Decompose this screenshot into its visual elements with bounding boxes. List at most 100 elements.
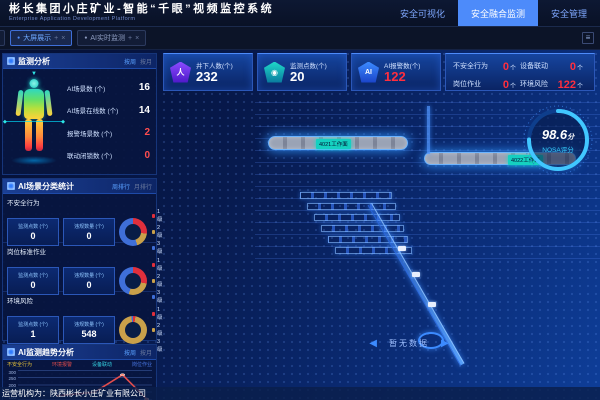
stat-value: 232	[196, 70, 233, 84]
tab-home[interactable]: 首页 +	[0, 30, 5, 46]
dashboard-main: 4021工作面 4022工作面 ◀ 暂无数据 ▶ 人 井下人数(个) 232	[0, 50, 600, 400]
donut-chart-standard-operation	[119, 267, 147, 295]
trend-legend: 不安全行为 环境报警 设备联动 岗位作业	[3, 360, 156, 369]
donut-chart-environment-risk	[119, 316, 147, 344]
quad-cell-environment-risk: 环境风险 122个	[520, 75, 587, 93]
map-carousel: ◀ 暂无数据 ▶	[346, 338, 472, 349]
map-tunnel-segment	[307, 203, 396, 210]
carousel-prev-icon[interactable]: ◀	[369, 338, 377, 349]
legend-item[interactable]: 岗位作业	[132, 361, 152, 368]
panel-icon	[7, 182, 15, 190]
stat-card-monitoring-points: ◉ 监测点数(个) 20	[257, 53, 347, 91]
stat-row-alarm-scenes: 报警场景数 (个) 2	[67, 127, 150, 138]
legend-dot	[152, 246, 155, 250]
quad-cell-device-linkage: 设备联动 0个	[520, 57, 587, 75]
nosa-score-gauge: 98.6分 NOSA评分	[520, 102, 596, 178]
tab-big-screen[interactable]: ● 大屏展示 + ×	[10, 30, 72, 46]
legend-dot	[152, 279, 155, 283]
legend-item[interactable]: 不安全行为	[7, 361, 32, 368]
app-header: 彬长集团小庄矿业-智能“千眼”视频监控系统 Enterprise Applica…	[0, 0, 600, 27]
donut-chart-unsafe-behavior	[119, 218, 147, 246]
stat-card-ai-alarms: AI AI报警数(个) 122	[351, 53, 441, 91]
page-title: 彬长集团小庄矿业-智能“千眼”视频监控系统	[9, 4, 274, 15]
legend-item[interactable]: 设备联动	[92, 361, 112, 368]
stat-box-violations: 违规数量 (个) 0	[63, 267, 115, 295]
stat-box-monitor-points: 监测点数 (个) 0	[7, 267, 59, 295]
panel2-tab-month-rank[interactable]: 月排行	[134, 182, 152, 191]
legend-item[interactable]: 环境报警	[52, 361, 72, 368]
panel-icon	[7, 348, 15, 356]
top-stats-row: 人 井下人数(个) 232 ◉ 监测点数(个) 20 AI AI报警数(个) 1…	[163, 53, 595, 93]
nav-item-safety-management[interactable]: 安全管理	[538, 0, 600, 26]
panel-monitoring-analysis: 监测分析 按周 按月 ▼	[2, 53, 157, 175]
panel3-tab-week[interactable]: 按周	[124, 348, 136, 357]
stat-box-violations: 违规数量 (个) 548	[63, 316, 115, 344]
quad-cell-post-operation: 岗位作业 0个	[453, 75, 520, 93]
gauge-value: 98.6分	[542, 127, 574, 142]
carousel-next-icon[interactable]: ▶	[441, 338, 449, 349]
page-subtitle: Enterprise Application Development Platf…	[9, 17, 274, 23]
add-tab-icon[interactable]: +	[128, 35, 132, 42]
legend-dot	[152, 312, 155, 316]
legend-dot	[152, 295, 155, 299]
miner-icon: 人	[170, 62, 191, 83]
legend-dot	[152, 328, 155, 332]
panel-title: AI监测趋势分析	[18, 347, 74, 358]
tab-menu-icon[interactable]: ≡	[582, 32, 594, 44]
section-environment-risk: 环境风险 监测点数 (个) 1 违规数量 (个) 548 1级 2级 3级	[3, 292, 156, 341]
add-tab-icon[interactable]: +	[54, 35, 58, 42]
stat-row-ai-scenes-online: AI场景在线数 (个) 14	[67, 105, 150, 116]
thermal-human-figure: ▼ ◆ ◆	[3, 69, 65, 174]
stat-value: 20	[290, 70, 327, 84]
map-marker	[412, 272, 420, 277]
stat-box-monitor-points: 监测点数 (个) 0	[7, 218, 59, 246]
map-marker	[428, 302, 436, 307]
panel-title: AI场景分类统计	[18, 181, 74, 192]
stat-row-linkage-lock: 联动闭锁数 (个) 0	[67, 150, 150, 161]
panel3-tab-month[interactable]: 按月	[140, 348, 152, 357]
quad-value: 0	[503, 79, 509, 91]
footer-operator-bar: 运营机构为：陕西彬长小庄矿业有限公司	[0, 387, 600, 400]
ai-icon: AI	[358, 62, 379, 83]
map-tunnel-segment	[300, 192, 392, 199]
close-tab-icon[interactable]: ×	[135, 35, 139, 42]
stat-value: 122	[384, 70, 420, 84]
stat-row-ai-scenes: AI场景数 (个) 16	[67, 82, 150, 93]
gauge-label: NOSA评分	[542, 144, 573, 154]
panel2-tab-week-rank[interactable]: 周排行	[112, 182, 130, 191]
tab-dot-icon: ●	[17, 35, 20, 41]
title-block: 彬长集团小庄矿业-智能“千眼”视频监控系统 Enterprise Applica…	[0, 4, 274, 23]
panel1-tab-week[interactable]: 按周	[124, 57, 136, 66]
top-nav: 安全可视化 安全融合监测 安全管理	[387, 0, 600, 26]
stat-box-violations: 违规数量 (个) 0	[63, 218, 115, 246]
carousel-empty-text: 暂无数据	[389, 338, 429, 349]
scan-arrow-icon: ▼	[31, 71, 37, 77]
panel-ai-scene-classification: AI场景分类统计 周排行 月排行 不安全行为 监测点数 (个) 0 违规数量 (…	[2, 178, 157, 341]
panel1-tab-month[interactable]: 按月	[140, 57, 152, 66]
stat-card-underground-personnel: 人 井下人数(个) 232	[163, 53, 253, 91]
quad-value: 0	[503, 61, 509, 73]
diamond-icon: ◆	[3, 119, 7, 125]
legend-dot	[152, 214, 155, 218]
tab-ai-realtime-monitoring[interactable]: ● AI实时监测 + ×	[77, 30, 146, 46]
panel-icon	[7, 57, 15, 65]
quad-value: 0	[570, 61, 576, 73]
map-tunnel-label[interactable]: 4021工作面	[316, 139, 351, 149]
nav-item-safety-visualization[interactable]: 安全可视化	[387, 0, 458, 26]
stat-box-monitor-points: 监测点数 (个) 1	[7, 316, 59, 344]
legend-dot	[152, 263, 155, 267]
section-unsafe-behavior: 不安全行为 监测点数 (个) 0 违规数量 (个) 0 1级 2级 3级	[3, 194, 156, 243]
monitor-point-icon: ◉	[264, 62, 285, 83]
panel-title: 监测分析	[18, 56, 50, 67]
map-marker	[398, 246, 406, 251]
nav-item-safety-fusion-monitoring[interactable]: 安全融合监测	[458, 0, 538, 26]
quad-cell-unsafe-behavior: 不安全行为 0个	[453, 57, 520, 75]
quad-value: 122	[558, 79, 576, 91]
close-tab-icon[interactable]: ×	[61, 35, 65, 42]
scan-line: ◆ ◆	[6, 121, 62, 122]
legend-dot	[152, 230, 155, 234]
alarm-breakdown-card: 不安全行为 0个 设备联动 0个 岗位作业 0个 环境风险 122个	[445, 53, 595, 91]
tab-dot-icon: ●	[84, 35, 87, 41]
map-tunnel-segment	[328, 236, 408, 243]
map-tunnel-segment	[321, 225, 404, 232]
